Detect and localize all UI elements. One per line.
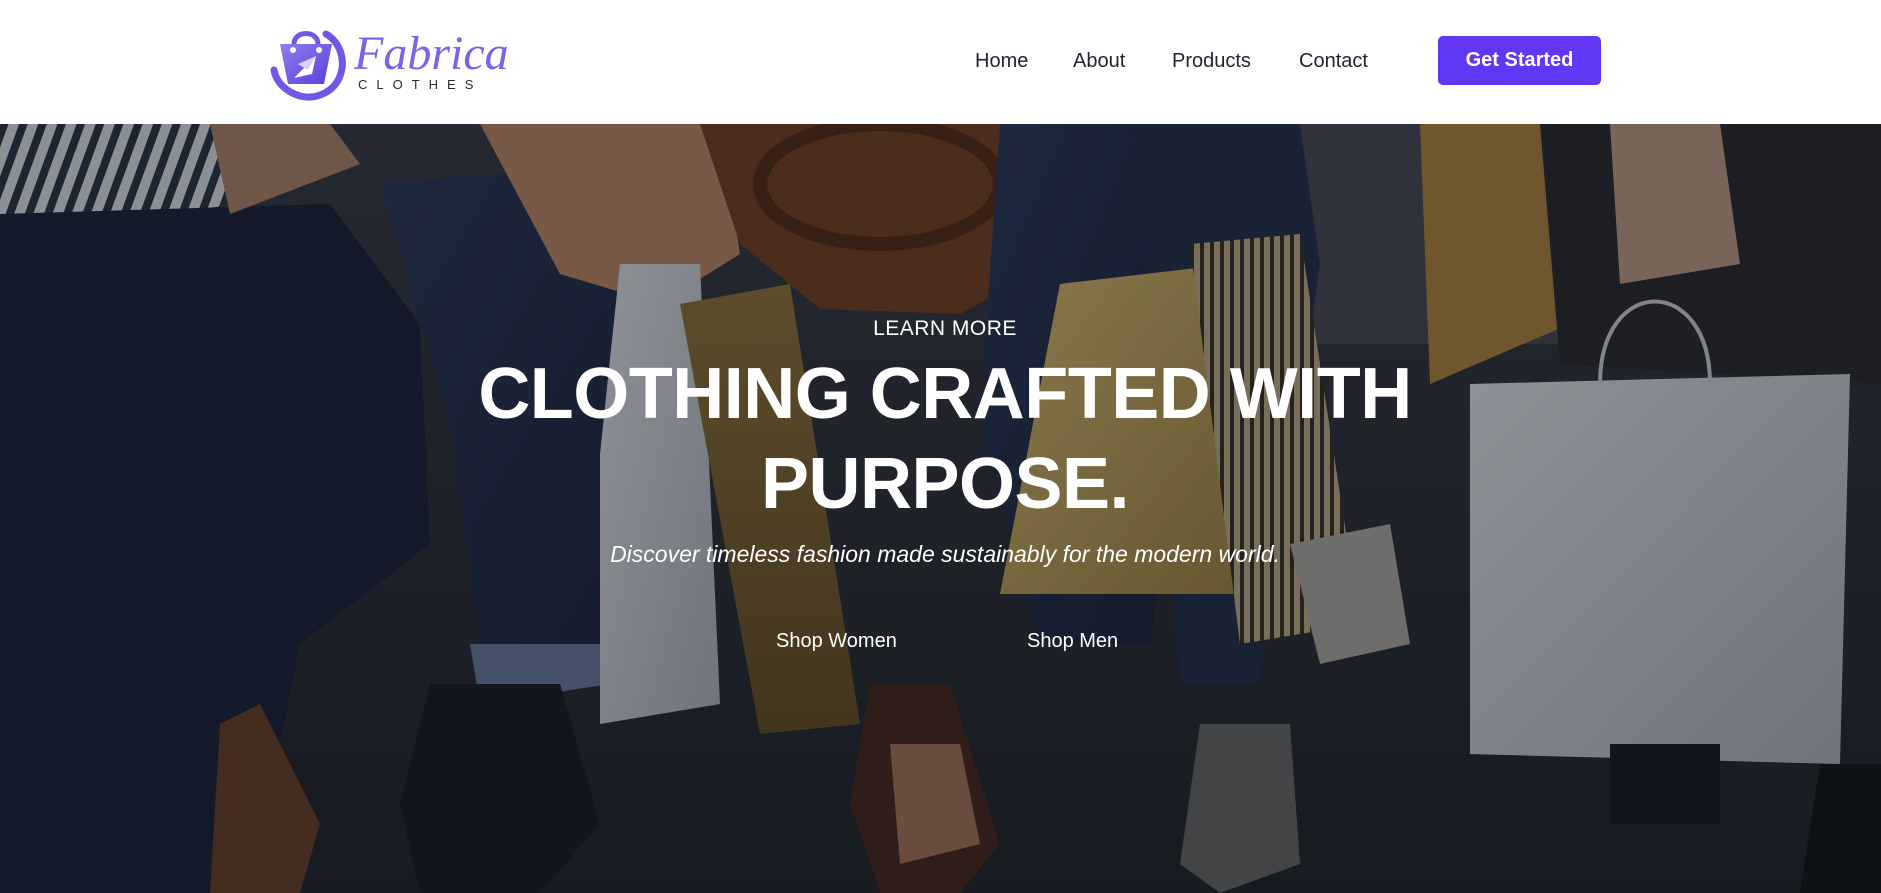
- hero-headline: CLOTHING CRAFTED WITH PURPOSE.: [478, 354, 1412, 524]
- site-header: Fabrica CLOTHES Home About Products Cont…: [0, 0, 1881, 124]
- nav-link-about[interactable]: About: [1073, 47, 1125, 75]
- hero-section: LEARN MORE CLOTHING CRAFTED WITH PURPOSE…: [0, 124, 1881, 893]
- brand-logo[interactable]: Fabrica CLOTHES: [268, 20, 509, 102]
- brand-wordmark: Fabrica: [354, 27, 509, 80]
- shopping-bag-logo-icon: [270, 30, 346, 101]
- nav-link-home[interactable]: Home: [975, 47, 1028, 75]
- hero-eyebrow: LEARN MORE: [873, 317, 1017, 340]
- brand-tagline: CLOTHES: [358, 77, 483, 92]
- get-started-button[interactable]: Get Started: [1438, 36, 1601, 85]
- nav-link-contact[interactable]: Contact: [1299, 47, 1368, 75]
- hero-subhead: Discover timeless fashion made sustainab…: [610, 541, 1280, 567]
- nav-link-products[interactable]: Products: [1172, 47, 1251, 75]
- shop-men-button[interactable]: Shop Men: [1027, 627, 1118, 655]
- shop-women-button[interactable]: Shop Women: [776, 627, 897, 655]
